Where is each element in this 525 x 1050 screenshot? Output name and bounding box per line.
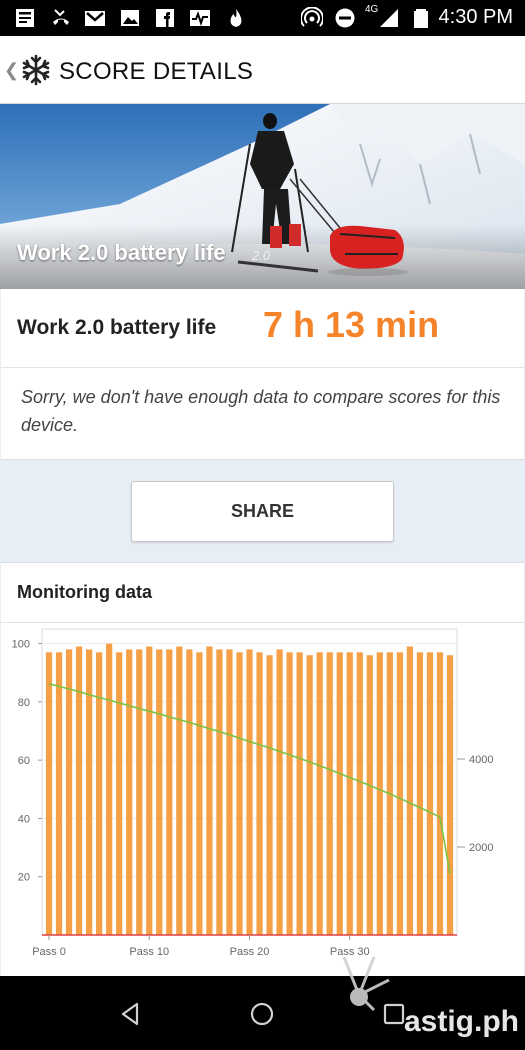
share-button[interactable]: SHARE	[131, 481, 394, 542]
bar	[126, 649, 133, 935]
bar	[336, 652, 343, 935]
home-nav-icon[interactable]	[248, 1000, 276, 1028]
status-bar: 4G 4:30 PM	[0, 0, 525, 36]
gmail-icon	[85, 11, 105, 26]
score-card: Work 2.0 battery life 7 h 13 min	[1, 289, 524, 368]
bar	[216, 649, 223, 935]
bar	[416, 652, 424, 935]
hotspot-icon	[301, 7, 323, 27]
bar	[406, 646, 413, 935]
bar	[246, 649, 253, 935]
bar	[376, 652, 383, 935]
bar	[296, 652, 303, 935]
monitoring-chart: 1008060402040002000Pass 0 Pass 10 Pass 20 P…	[12, 628, 493, 958]
pulse-icon	[190, 10, 210, 27]
bar	[176, 646, 183, 935]
bar	[136, 649, 143, 935]
page-title: SCORE DETAILS	[59, 58, 254, 85]
bar	[276, 649, 283, 935]
x-tick-label: Pass 20	[230, 946, 270, 958]
bar	[396, 652, 403, 935]
bar	[256, 652, 263, 935]
bar	[426, 652, 434, 935]
bar	[436, 652, 444, 935]
snowflake-icon[interactable]	[20, 54, 52, 86]
do-not-disturb-icon	[335, 8, 355, 28]
photos-icon	[121, 10, 139, 26]
bar	[45, 652, 53, 935]
bar	[96, 652, 103, 935]
bar	[366, 655, 373, 935]
bar	[166, 649, 173, 935]
bar	[75, 646, 83, 935]
bar	[316, 652, 323, 935]
battery-icon	[414, 9, 428, 28]
app-bar: ❮ SCORE DETAILS	[0, 36, 525, 104]
bar	[346, 652, 353, 935]
missed-call-icon	[53, 9, 69, 25]
bar	[196, 652, 203, 935]
bar	[156, 649, 163, 935]
score-label: Work 2.0 battery life	[17, 316, 217, 339]
monitoring-card: Monitoring data 100 80 60 40 20 4000 2000 Pass …	[1, 562, 524, 976]
bar	[116, 652, 123, 935]
bar	[306, 655, 313, 935]
signal-icon	[380, 9, 398, 27]
watermark-mascot-icon	[342, 956, 390, 1012]
comparison-note: Sorry, we don't have enough data to comp…	[1, 368, 524, 460]
bar	[356, 652, 363, 935]
bar	[106, 643, 113, 935]
right-tick-label: 4000	[469, 754, 493, 766]
news-icon	[16, 9, 34, 27]
bar	[65, 649, 73, 935]
bar	[286, 652, 293, 935]
x-tick-label: Pass 0	[32, 946, 66, 958]
bar	[236, 652, 243, 935]
bar	[226, 649, 233, 935]
bar	[266, 655, 273, 935]
y-tick-label: 80	[18, 697, 30, 709]
y-tick-label: 60	[18, 755, 30, 767]
score-value: 7 h 13 min	[263, 304, 440, 345]
back-nav-icon[interactable]	[117, 1000, 145, 1028]
right-tick-label: 2000	[469, 842, 493, 854]
network-type: 4G	[365, 4, 379, 15]
clock: 4:30 PM	[438, 6, 513, 28]
note-text: Sorry, we don't have enough data to comp…	[21, 387, 501, 435]
x-tick-label: Pass 10	[129, 946, 169, 958]
hero-banner: Work 2.0 battery life 2.0	[0, 104, 525, 289]
bar	[326, 652, 333, 935]
chevron-left-icon[interactable]: ❮	[4, 60, 19, 81]
bar	[186, 649, 193, 935]
watermark-logo: astig.ph	[342, 956, 519, 1039]
bar	[86, 649, 93, 935]
hero-title: Work 2.0 battery life	[17, 240, 226, 265]
y-tick-label: 20	[18, 872, 30, 884]
y-tick-label: 100	[12, 639, 30, 651]
fire-icon	[230, 9, 242, 27]
bar	[146, 646, 153, 935]
hero-version: 2.0	[252, 248, 271, 263]
y-tick-label: 40	[18, 813, 30, 825]
bar	[446, 655, 454, 935]
bar	[55, 652, 63, 935]
monitoring-title: Monitoring data	[17, 582, 152, 602]
bar	[206, 646, 213, 935]
facebook-icon	[156, 9, 174, 27]
